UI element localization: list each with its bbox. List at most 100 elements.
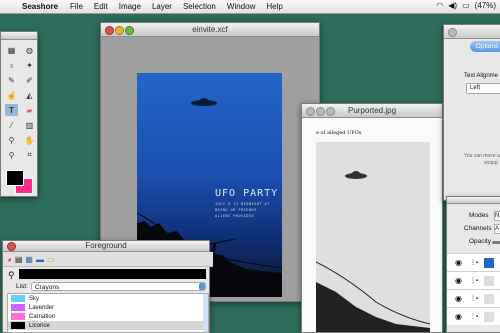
smudge-icon[interactable]: ☝: [5, 89, 18, 101]
rect-select-icon[interactable]: ▦: [5, 44, 18, 56]
color-sliders-icon[interactable]: ▤: [15, 255, 23, 264]
purported-title: Purported.jpg: [347, 106, 397, 115]
close-button[interactable]: [105, 26, 114, 35]
options-window: Options Text Alignme Left You can move a…: [443, 24, 500, 201]
options-titlebar[interactable]: [444, 25, 500, 39]
image-window-titlebar[interactable]: einvite.xcf: [101, 23, 319, 37]
current-color-well[interactable]: [19, 269, 206, 279]
menu-window[interactable]: Window: [227, 2, 255, 11]
menu-help[interactable]: Help: [266, 2, 282, 11]
toolbox-titlebar[interactable]: [1, 32, 37, 40]
options-hint-2: snapp: [484, 160, 498, 166]
color-item-sky[interactable]: Sky: [8, 294, 208, 303]
color-item-carnation[interactable]: Carnation: [8, 312, 208, 321]
menu-extras: ◠ ◀) ▭ (47%): [436, 1, 496, 10]
magnifier-icon[interactable]: ⚲: [8, 270, 15, 281]
opacity-slider[interactable]: [492, 241, 500, 244]
zoom-button[interactable]: [326, 107, 335, 116]
zoom-button[interactable]: [125, 26, 134, 35]
toolbox-window: ▦ ◍ ♁ ✦ ✎ ✐ ☝ ◭ T ▰ ⁄ ▥ ⚲ ✋ ⚲ ⌗: [0, 31, 38, 197]
layers-titlebar[interactable]: [447, 197, 500, 204]
layer-row[interactable]: ◉ ⋮▪: [447, 271, 500, 289]
layer-row[interactable]: ◉ ⋮▪: [447, 253, 500, 271]
color-item-lavender[interactable]: Lavender: [8, 303, 208, 312]
image-window-title: einvite.xcf: [192, 25, 228, 34]
layer-link-icon[interactable]: ⋮▪: [470, 277, 478, 284]
photo-caption: e of alleged UFOs: [316, 130, 362, 136]
eraser-icon[interactable]: ▰: [23, 104, 36, 116]
gradient-icon[interactable]: ▥: [23, 119, 36, 131]
close-button[interactable]: [7, 242, 16, 251]
color-list: Sky Lavender Carnation Licorice: [7, 293, 209, 333]
eye-icon[interactable]: ◉: [455, 276, 462, 285]
image-palette-icon[interactable]: ▬: [36, 255, 44, 264]
color-swatch: [11, 304, 25, 311]
palette-select[interactable]: Crayons: [31, 282, 206, 291]
poster-title: UFO PARTY: [215, 188, 279, 199]
layer-row[interactable]: ◉ ⋮▪: [447, 307, 500, 325]
eye-icon[interactable]: ◉: [455, 294, 462, 303]
modes-select[interactable]: N: [494, 211, 500, 221]
select-arrow-icon[interactable]: [199, 283, 205, 290]
app-menu[interactable]: Seashore: [22, 2, 58, 11]
close-button[interactable]: [306, 107, 315, 116]
list-scrollbar[interactable]: [203, 294, 208, 332]
layer-link-icon[interactable]: ⋮▪: [470, 295, 478, 302]
purported-canvas[interactable]: e of alleged UFOs: [302, 118, 442, 332]
layer-thumbnail: [484, 311, 495, 322]
ufo-photo: [316, 142, 430, 332]
crayons-icon[interactable]: ▭: [47, 255, 55, 264]
zoom-icon[interactable]: ⚲: [5, 149, 18, 161]
crop-icon[interactable]: ⌗: [23, 149, 36, 161]
lasso-icon[interactable]: ♁: [5, 59, 18, 71]
minimize-button[interactable]: [316, 107, 325, 116]
color-wheel-icon[interactable]: ◕: [7, 255, 12, 264]
wifi-icon[interactable]: ◠: [436, 1, 443, 10]
close-button[interactable]: [448, 28, 457, 37]
color-swatch: [11, 322, 25, 329]
color-swatch: [11, 295, 25, 302]
menu-layer[interactable]: Layer: [152, 2, 172, 11]
poster-line-3: ALIENS PROVIDED: [215, 214, 255, 218]
foreground-color-swatch-front[interactable]: [6, 170, 24, 186]
eyedropper-icon[interactable]: ⁄: [5, 119, 18, 131]
layer-thumbnail: [484, 257, 495, 268]
brush-icon[interactable]: ✐: [23, 74, 36, 86]
foreground-titlebar[interactable]: Foreground: [3, 241, 209, 252]
layer-link-icon[interactable]: ⋮▪: [470, 313, 478, 320]
picker-toolbar: ◕ ▤ ▦ ▬ ▭: [3, 252, 213, 267]
wand-icon[interactable]: ✦: [23, 59, 36, 71]
pencil-icon[interactable]: ✎: [5, 74, 18, 86]
eye-icon[interactable]: ◉: [455, 312, 462, 321]
purported-titlebar[interactable]: Purported.jpg: [302, 104, 442, 118]
battery-percent: (47%): [474, 1, 496, 10]
layer-thumbnail: [484, 275, 495, 286]
menu-file[interactable]: File: [70, 2, 83, 11]
hand-icon[interactable]: ✋: [23, 134, 36, 146]
eye-icon[interactable]: ◉: [455, 258, 462, 267]
battery-icon[interactable]: ▭: [462, 1, 470, 10]
bucket-icon[interactable]: ◭: [23, 89, 36, 101]
color-palette-icon[interactable]: ▦: [25, 255, 33, 264]
ellipse-select-icon[interactable]: ◍: [23, 44, 36, 56]
layer-thumbnail: [484, 293, 495, 304]
menu-edit[interactable]: Edit: [94, 2, 108, 11]
color-item-licorice[interactable]: Licorice: [8, 321, 208, 330]
tool-grid: ▦ ◍ ♁ ✦ ✎ ✐ ☝ ◭ T ▰ ⁄ ▥ ⚲ ✋ ⚲ ⌗: [1, 40, 37, 161]
purported-window: Purported.jpg e of alleged UFOs: [301, 103, 443, 333]
layer-row[interactable]: ◉ ⋮▪: [447, 289, 500, 307]
menu-image[interactable]: Image: [119, 2, 141, 11]
layer-link-icon[interactable]: ⋮▪: [470, 259, 478, 266]
channels-select[interactable]: A: [494, 224, 500, 234]
channels-label: Channels: [464, 225, 492, 232]
clone-icon[interactable]: ⚲: [5, 134, 18, 146]
text-tool-icon[interactable]: T: [5, 104, 18, 116]
volume-icon[interactable]: ◀): [448, 1, 457, 10]
tab-options[interactable]: Options: [470, 41, 500, 52]
minimize-button[interactable]: [115, 26, 124, 35]
poster-line-1: JULY 8 12 MIDNIGHT AT: [215, 202, 270, 206]
ufo-icon: [191, 98, 217, 106]
modes-label: Modes: [469, 212, 489, 219]
menu-selection[interactable]: Selection: [183, 2, 216, 11]
alignment-select[interactable]: Left: [466, 83, 500, 94]
